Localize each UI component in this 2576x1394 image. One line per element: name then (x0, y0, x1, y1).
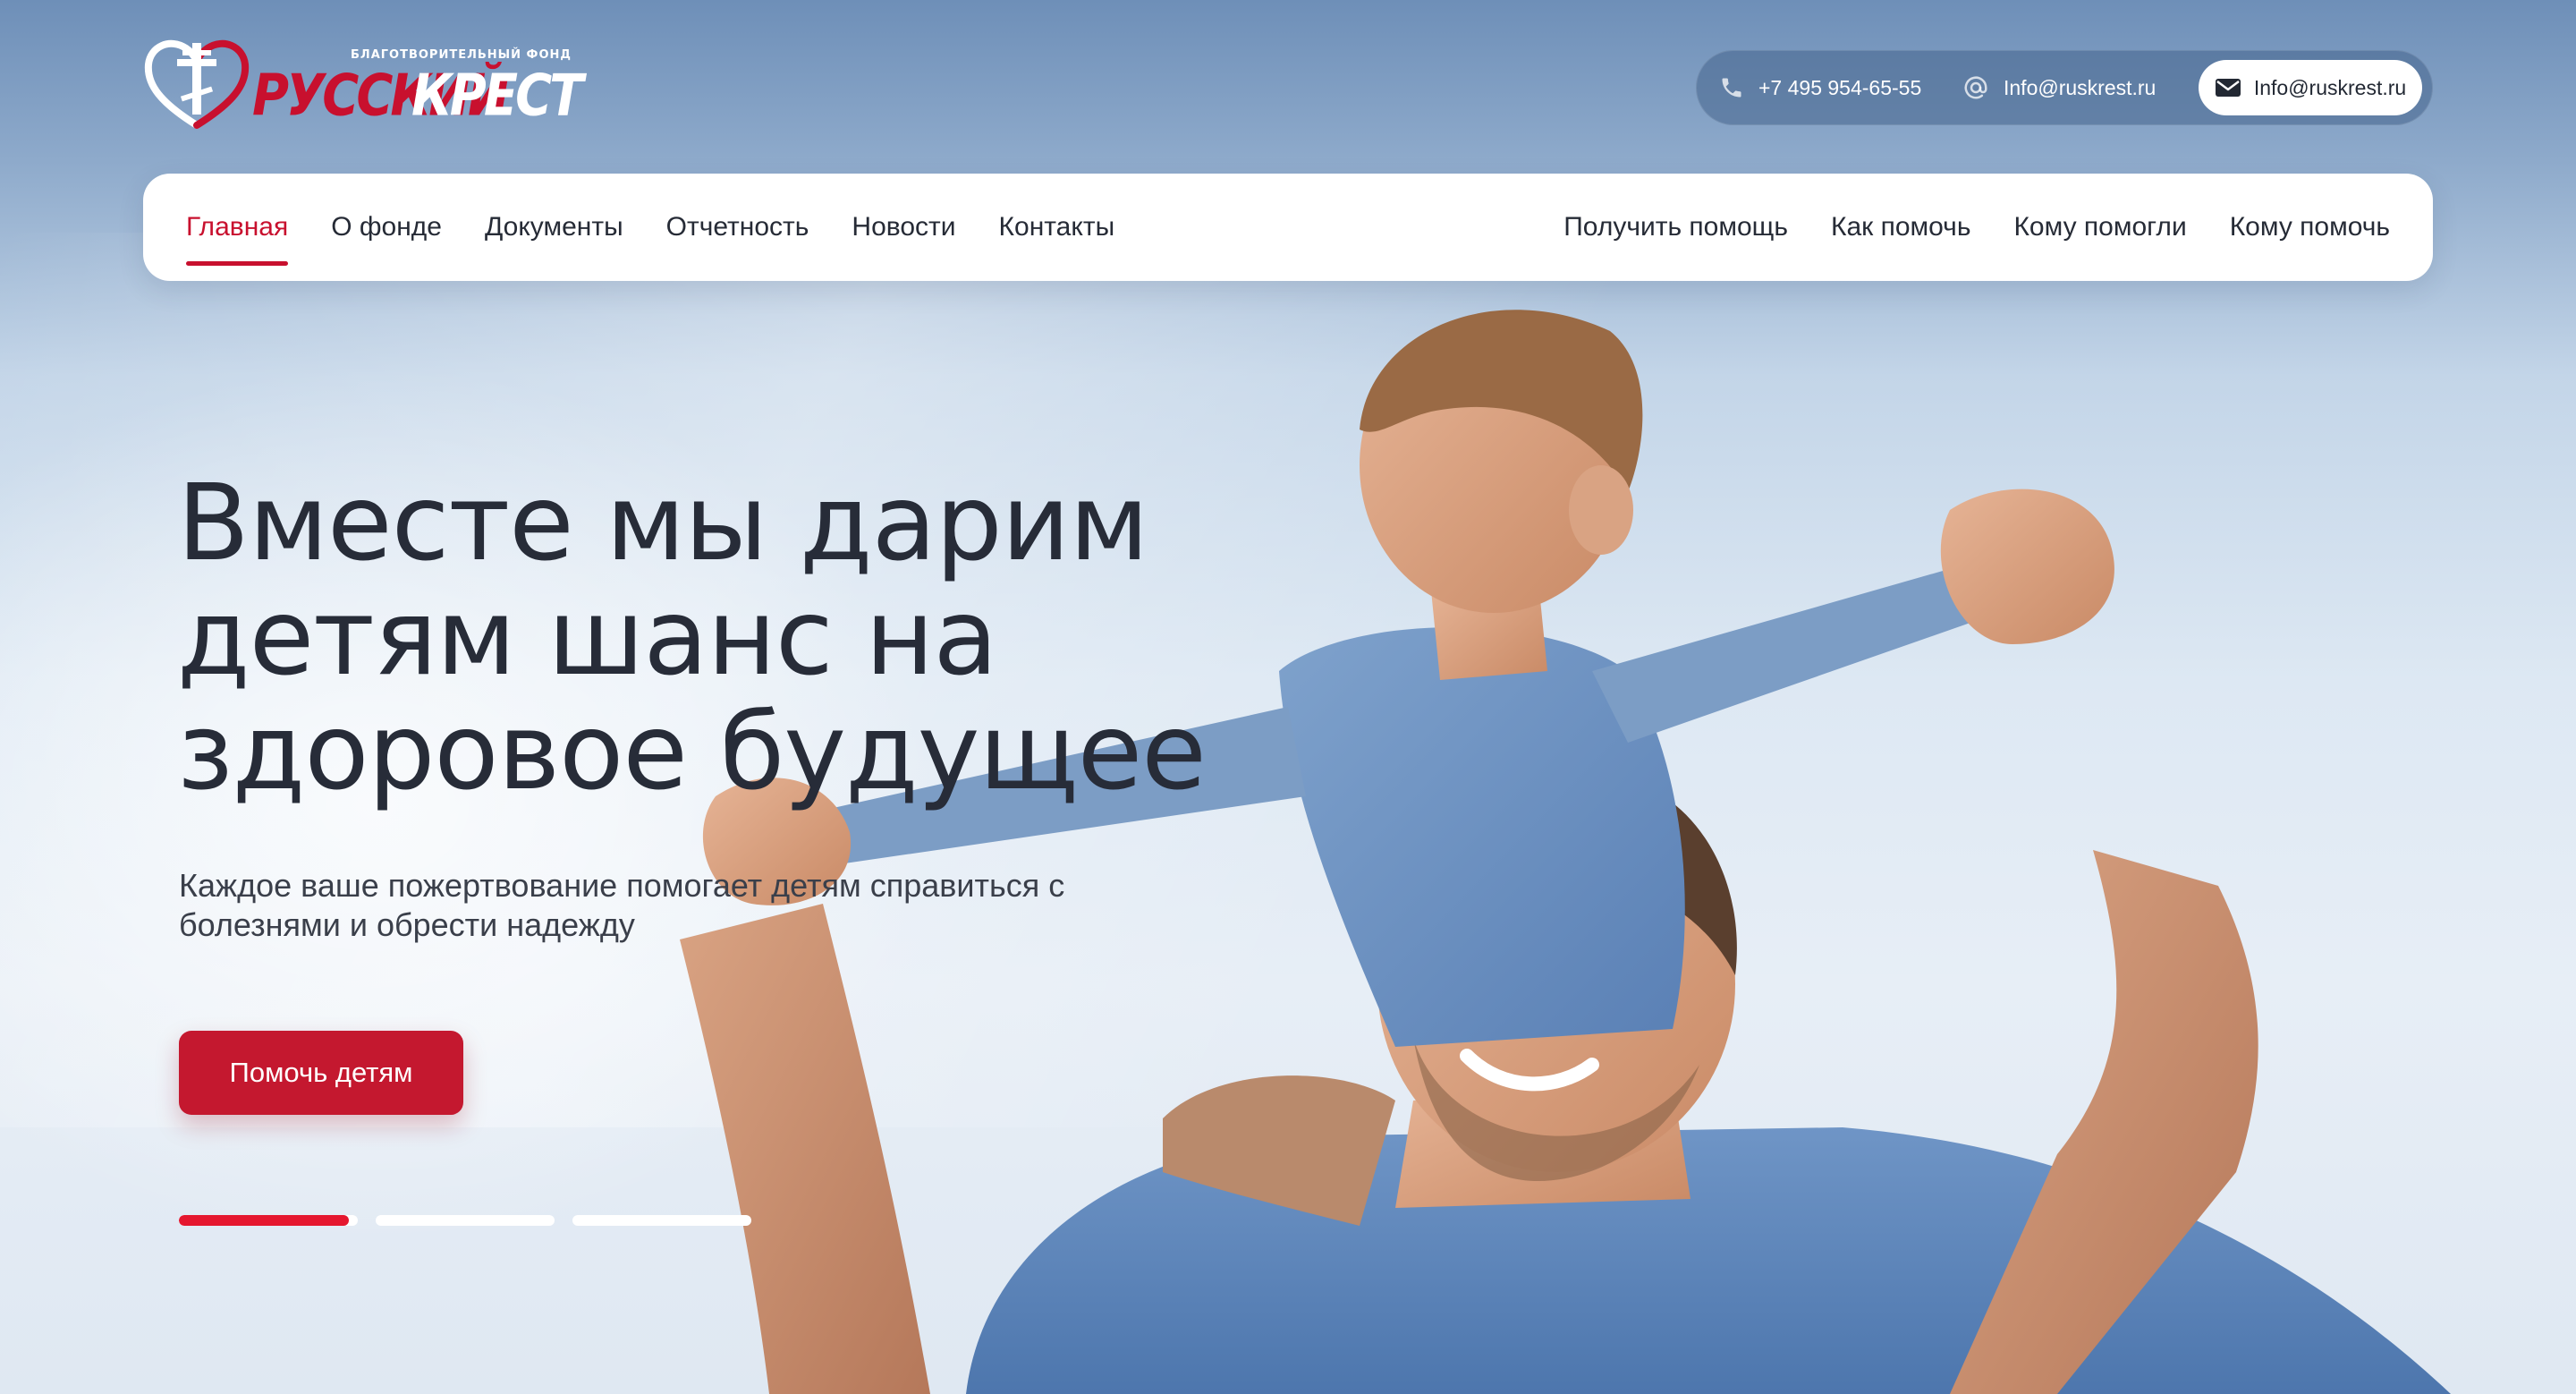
nav-item-how-to-help[interactable]: Как помочь (1831, 212, 1970, 242)
phone-number: +7 495 954-65-55 (1758, 75, 1922, 99)
email-address: Info@ruskrest.ru (2004, 75, 2157, 99)
nav-item-who-was-helped[interactable]: Кому помогли (2013, 212, 2186, 242)
nav-primary: Главная О фонде Документы Отчетность Нов… (186, 174, 1157, 281)
phone-link[interactable]: +7 495 954-65-55 (1719, 50, 1921, 125)
heart-cross-logo-icon (144, 39, 250, 129)
main-navigation: Главная О фонде Документы Отчетность Нов… (143, 174, 2433, 281)
nav-item-documents[interactable]: Документы (485, 212, 623, 242)
hero-title: Вместе мы дарим детям шанс на здоровое б… (177, 465, 1340, 809)
at-sign-icon (1964, 76, 1987, 99)
hero-subtitle: Каждое ваше пожертвование помогает детям… (179, 866, 1163, 945)
slider-pagination (179, 1215, 769, 1226)
phone-icon (1722, 78, 1741, 98)
nav-item-who-to-help[interactable]: Кому помочь (2230, 212, 2390, 242)
hero-title-line: Вместе мы дарим (177, 461, 1149, 584)
slider-dot[interactable] (179, 1215, 358, 1226)
nav-item-news[interactable]: Новости (852, 212, 955, 242)
nav-item-reports[interactable]: Отчетность (666, 212, 809, 242)
slider-dot[interactable] (572, 1215, 751, 1226)
logo-tagline: БЛАГОТВОРИТЕЛЬНЫЙ ФОНД (351, 48, 572, 62)
logo-name-part2: КРЕСТ (411, 63, 583, 130)
nav-secondary: Получить помощь Как помочь Кому помогли … (1521, 174, 2390, 281)
hero-title-line: здоровое будущее (177, 690, 1207, 813)
slider-dot[interactable] (376, 1215, 555, 1226)
contact-bar: +7 495 954-65-55 Info@ruskrest.ru Info@r… (1696, 50, 2433, 125)
nav-item-about[interactable]: О фонде (331, 212, 442, 242)
email-link[interactable]: Info@ruskrest.ru (1962, 50, 2156, 125)
email-button[interactable]: Info@ruskrest.ru (2199, 60, 2422, 115)
nav-item-get-help[interactable]: Получить помощь (1563, 212, 1788, 242)
brand-logo[interactable]: БЛАГОТВОРИТЕЛЬНЫЙ ФОНД РУССКИЙ КРЕСТ (143, 32, 583, 140)
nav-item-contacts[interactable]: Контакты (999, 212, 1115, 242)
email-button-label: Info@ruskrest.ru (2253, 75, 2407, 99)
slider-dot-progress (179, 1215, 349, 1226)
envelope-icon (2215, 79, 2241, 97)
help-children-button[interactable]: Помочь детям (179, 1031, 463, 1115)
hero-subtitle-line: Каждое ваше пожертвование помогает детям… (179, 867, 1065, 904)
hero-subtitle-line: болезнями и обрести надежду (179, 906, 635, 943)
nav-item-home[interactable]: Главная (186, 212, 289, 266)
hero-title-line: детям шанс на (177, 575, 998, 699)
